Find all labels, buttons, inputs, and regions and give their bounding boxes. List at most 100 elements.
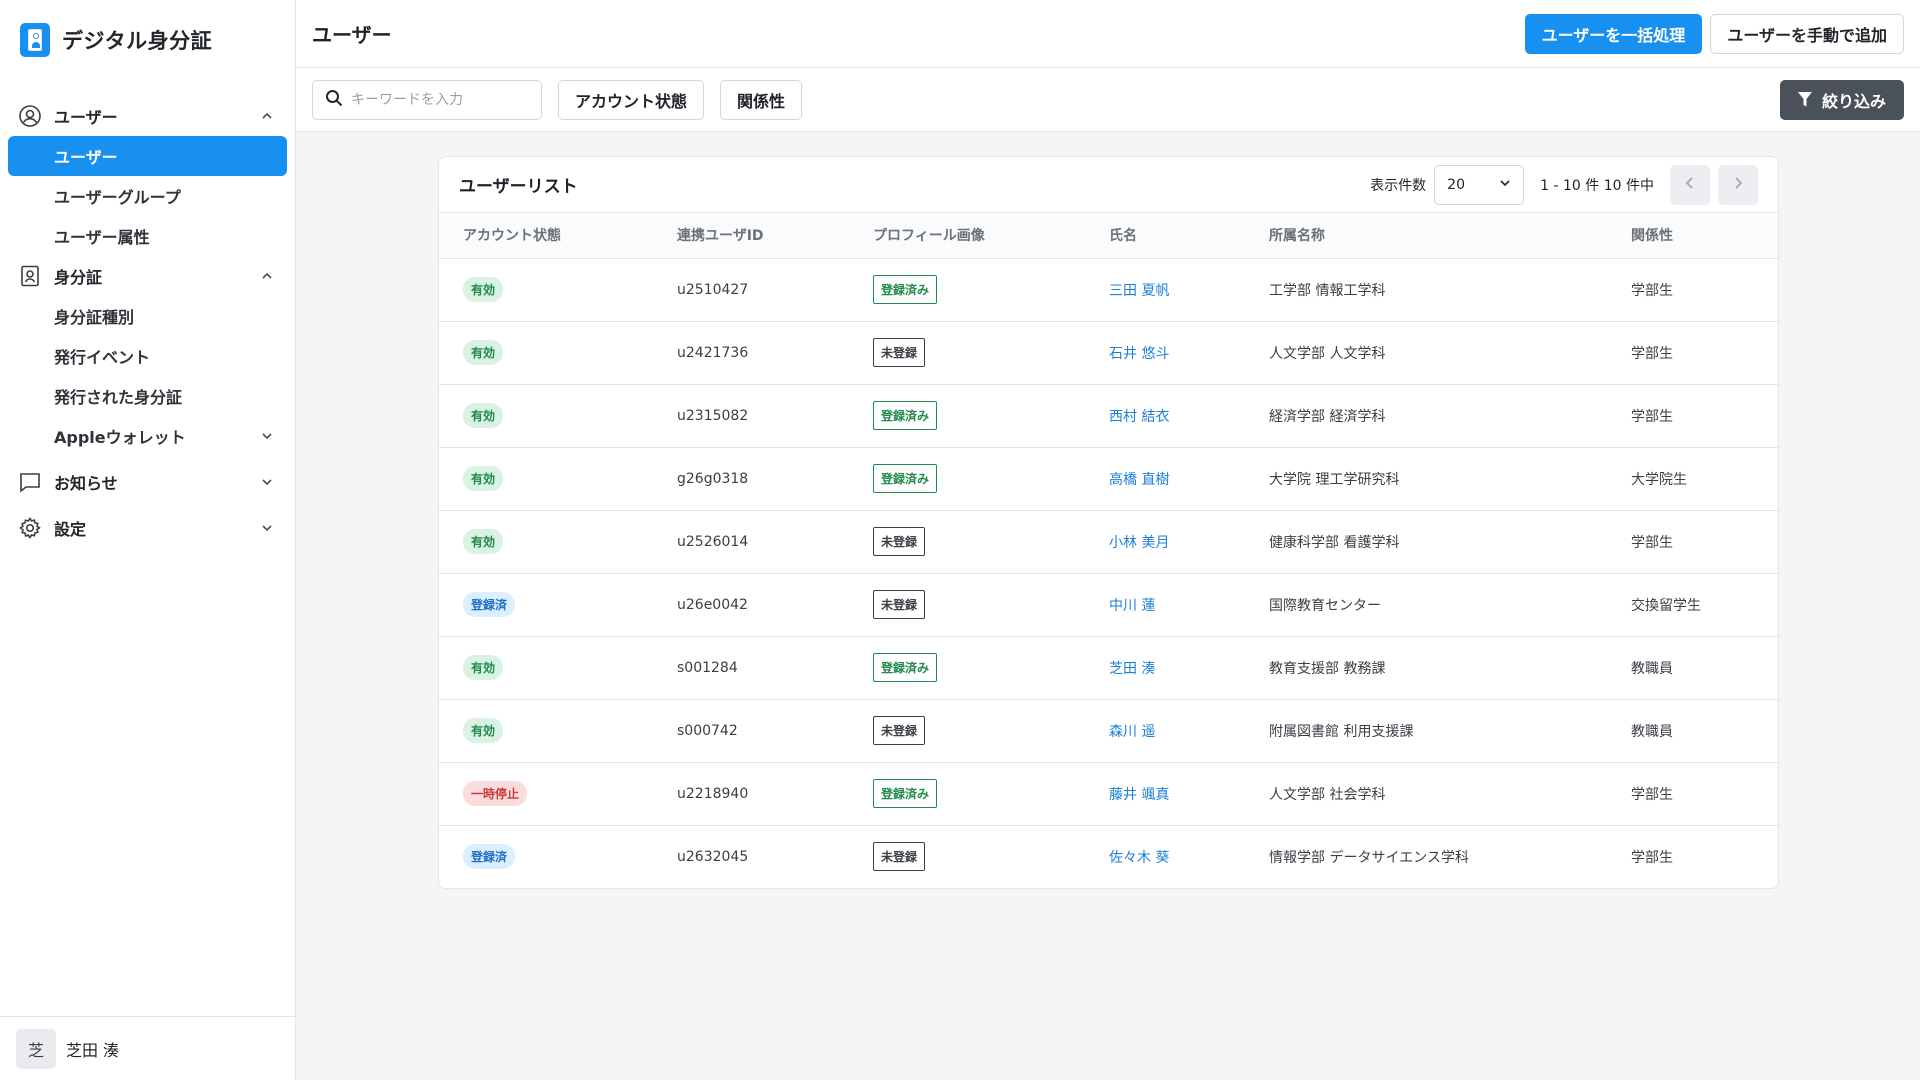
table-row[interactable]: 登録済 u26e0042 未登録 中川 蓮 国際教育センター 交換留学生 <box>439 573 1778 637</box>
cell-profile-image: 未登録 <box>873 699 1109 763</box>
user-name-link[interactable]: 小林 美月 <box>1109 535 1169 551</box>
sidebar-item-issue-events[interactable]: 発行イベント <box>8 336 287 376</box>
nav-group-label: お知らせ <box>54 474 118 493</box>
add-user-manually-button[interactable]: ユーザーを手動で追加 <box>1710 13 1904 54</box>
table-row[interactable]: 一時停止 u2218940 登録済み 藤井 颯真 人文学部 社会学科 学部生 <box>439 762 1778 826</box>
user-name-link[interactable]: 石井 悠斗 <box>1109 346 1169 362</box>
nav-group-id[interactable]: 身分証 <box>0 256 295 296</box>
column-header-name[interactable]: 氏名 <box>1109 213 1269 259</box>
user-name-link[interactable]: 佐々木 葵 <box>1109 850 1169 866</box>
cell-profile-image: 登録済み <box>873 762 1109 826</box>
table-row[interactable]: 有効 g26g0318 登録済み 高橋 直樹 大学院 理工学研究科 大学院生 <box>439 447 1778 511</box>
chevron-down-icon <box>259 520 275 536</box>
column-header-relation[interactable]: 関係性 <box>1631 213 1778 259</box>
column-header-account-status[interactable]: アカウント状態 <box>439 213 677 259</box>
user-name-link[interactable]: 高橋 直樹 <box>1109 472 1169 488</box>
status-badge: 有効 <box>463 529 504 554</box>
filter-button[interactable]: 絞り込み <box>1779 79 1904 120</box>
sidebar-item-user-attributes[interactable]: ユーザー属性 <box>8 216 287 256</box>
cell-profile-image: 未登録 <box>873 510 1109 574</box>
id-card-logo-icon <box>20 23 50 57</box>
next-page-button[interactable] <box>1718 164 1758 205</box>
search-input[interactable] <box>351 91 531 108</box>
chevron-up-icon <box>259 268 275 284</box>
cell-account-status: 有効 <box>439 447 677 511</box>
cell-linked-user-id: u2632045 <box>677 848 749 865</box>
cell-relation: 教職員 <box>1631 699 1778 763</box>
column-header-affiliation[interactable]: 所属名称 <box>1269 213 1631 259</box>
search-box[interactable] <box>312 79 542 120</box>
nav-group-label: 身分証 <box>54 268 103 287</box>
relation-filter-button[interactable]: 関係性 <box>720 79 803 120</box>
chevron-down-icon <box>259 428 275 444</box>
user-name-link[interactable]: 中川 蓮 <box>1109 598 1155 614</box>
user-name-link[interactable]: 森川 遥 <box>1109 724 1155 740</box>
sidebar-item-issued-ids[interactable]: 発行された身分証 <box>8 376 287 416</box>
per-page-value: 20 <box>1447 176 1465 193</box>
sidebar: デジタル身分証 ユーザー ユーザー ユーザーグループ ユーザー属性 身分証 身分… <box>0 0 296 1080</box>
profile-status-badge: 未登録 <box>873 842 926 872</box>
cell-affiliation: 健康科学部 看護学科 <box>1269 510 1631 574</box>
sidebar-nav: ユーザー ユーザー ユーザーグループ ユーザー属性 身分証 身分証種別 発行イベ… <box>0 80 295 548</box>
user-name-link[interactable]: 藤井 颯真 <box>1109 787 1169 803</box>
sidebar-item-id-types[interactable]: 身分証種別 <box>8 296 287 336</box>
cell-relation: 教職員 <box>1631 636 1778 700</box>
bulk-process-users-button[interactable]: ユーザーを一括処理 <box>1524 13 1703 54</box>
account-status-filter-button[interactable]: アカウント状態 <box>558 79 705 120</box>
user-name-link[interactable]: 三田 夏帆 <box>1109 283 1169 299</box>
table-row[interactable]: 有効 u2421736 未登録 石井 悠斗 人文学部 人文学科 学部生 <box>439 321 1778 385</box>
cell-affiliation: 経済学部 経済学科 <box>1269 384 1631 448</box>
cell-affiliation: 大学院 理工学研究科 <box>1269 447 1631 511</box>
table-row[interactable]: 有効 u2510427 登録済み 三田 夏帆 工学部 情報工学科 学部生 <box>439 258 1778 322</box>
gear-icon <box>18 516 42 540</box>
chevron-down-icon <box>1499 177 1511 193</box>
user-list-header: ユーザーリスト 表示件数 20 1 - 10 件 10 件中 <box>439 157 1778 213</box>
table-header-row: アカウント状態 連携ユーザID プロフィール画像 氏名 所属名称 関係性 <box>439 213 1778 259</box>
table-row[interactable]: 有効 s000742 未登録 森川 遥 附属図書館 利用支援課 教職員 <box>439 699 1778 763</box>
cell-relation: 学部生 <box>1631 510 1778 574</box>
prev-page-button[interactable] <box>1670 164 1710 205</box>
cell-relation: 交換留学生 <box>1631 573 1778 637</box>
user-list-title: ユーザーリスト <box>459 177 578 197</box>
cell-account-status: 有効 <box>439 321 677 385</box>
cell-account-status: 有効 <box>439 384 677 448</box>
cell-account-status: 一時停止 <box>439 762 677 826</box>
sidebar-item-user-groups[interactable]: ユーザーグループ <box>8 176 287 216</box>
profile-status-badge: 登録済み <box>873 779 938 808</box>
cell-name: 佐々木 葵 <box>1109 825 1269 888</box>
cell-profile-image: 登録済み <box>873 258 1109 322</box>
profile-status-badge: 登録済み <box>873 275 938 304</box>
table-row[interactable]: 登録済 u2632045 未登録 佐々木 葵 情報学部 データサイエンス学科 学部生 <box>439 825 1778 888</box>
table-row[interactable]: 有効 s001284 登録済み 芝田 湊 教育支援部 教務課 教職員 <box>439 636 1778 700</box>
column-header-linked-user-id[interactable]: 連携ユーザID <box>677 213 873 259</box>
current-user[interactable]: 芝 芝田 湊 <box>0 1016 295 1080</box>
user-name-link[interactable]: 芝田 湊 <box>1109 661 1155 677</box>
user-name-link[interactable]: 西村 結衣 <box>1109 409 1169 425</box>
sidebar-item-apple-wallet[interactable]: Appleウォレット <box>8 416 287 456</box>
nav-group-notices[interactable]: お知らせ <box>0 462 295 502</box>
nav-group-users[interactable]: ユーザー <box>0 96 295 136</box>
chevron-left-icon <box>1683 176 1697 194</box>
status-badge: 有効 <box>463 718 504 743</box>
cell-name: 小林 美月 <box>1109 510 1269 574</box>
cell-linked-user-id: u2421736 <box>677 321 873 385</box>
sidebar-item-users[interactable]: ユーザー <box>8 136 287 176</box>
column-header-profile-image[interactable]: プロフィール画像 <box>873 213 1109 259</box>
cell-name: 芝田 湊 <box>1109 636 1269 700</box>
table-row[interactable]: 有効 u2315082 登録済み 西村 結衣 経済学部 経済学科 学部生 <box>439 384 1778 448</box>
cell-account-status: 有効 <box>439 258 677 322</box>
cell-account-status: 有効 <box>439 510 677 574</box>
page-header: ユーザー ユーザーを一括処理 ユーザーを手動で追加 <box>296 0 1920 68</box>
sidebar-item-label: Appleウォレット <box>54 428 186 447</box>
cell-linked-user-id: s000742 <box>677 699 873 763</box>
cell-name: 森川 遥 <box>1109 699 1269 763</box>
table-row[interactable]: 有効 u2526014 未登録 小林 美月 健康科学部 看護学科 学部生 <box>439 510 1778 574</box>
cell-linked-user-id: u2315082 <box>677 384 873 448</box>
user-table: アカウント状態 連携ユーザID プロフィール画像 氏名 所属名称 関係性 有効 u… <box>439 213 1778 888</box>
per-page-select[interactable]: 20 <box>1434 164 1525 205</box>
profile-status-badge: 未登録 <box>873 338 926 367</box>
nav-group-settings[interactable]: 設定 <box>0 508 295 548</box>
filter-bar: アカウント状態 関係性 絞り込み <box>296 68 1920 132</box>
cell-account-status: 有効 <box>439 699 677 763</box>
cell-name: 三田 夏帆 <box>1109 258 1269 322</box>
